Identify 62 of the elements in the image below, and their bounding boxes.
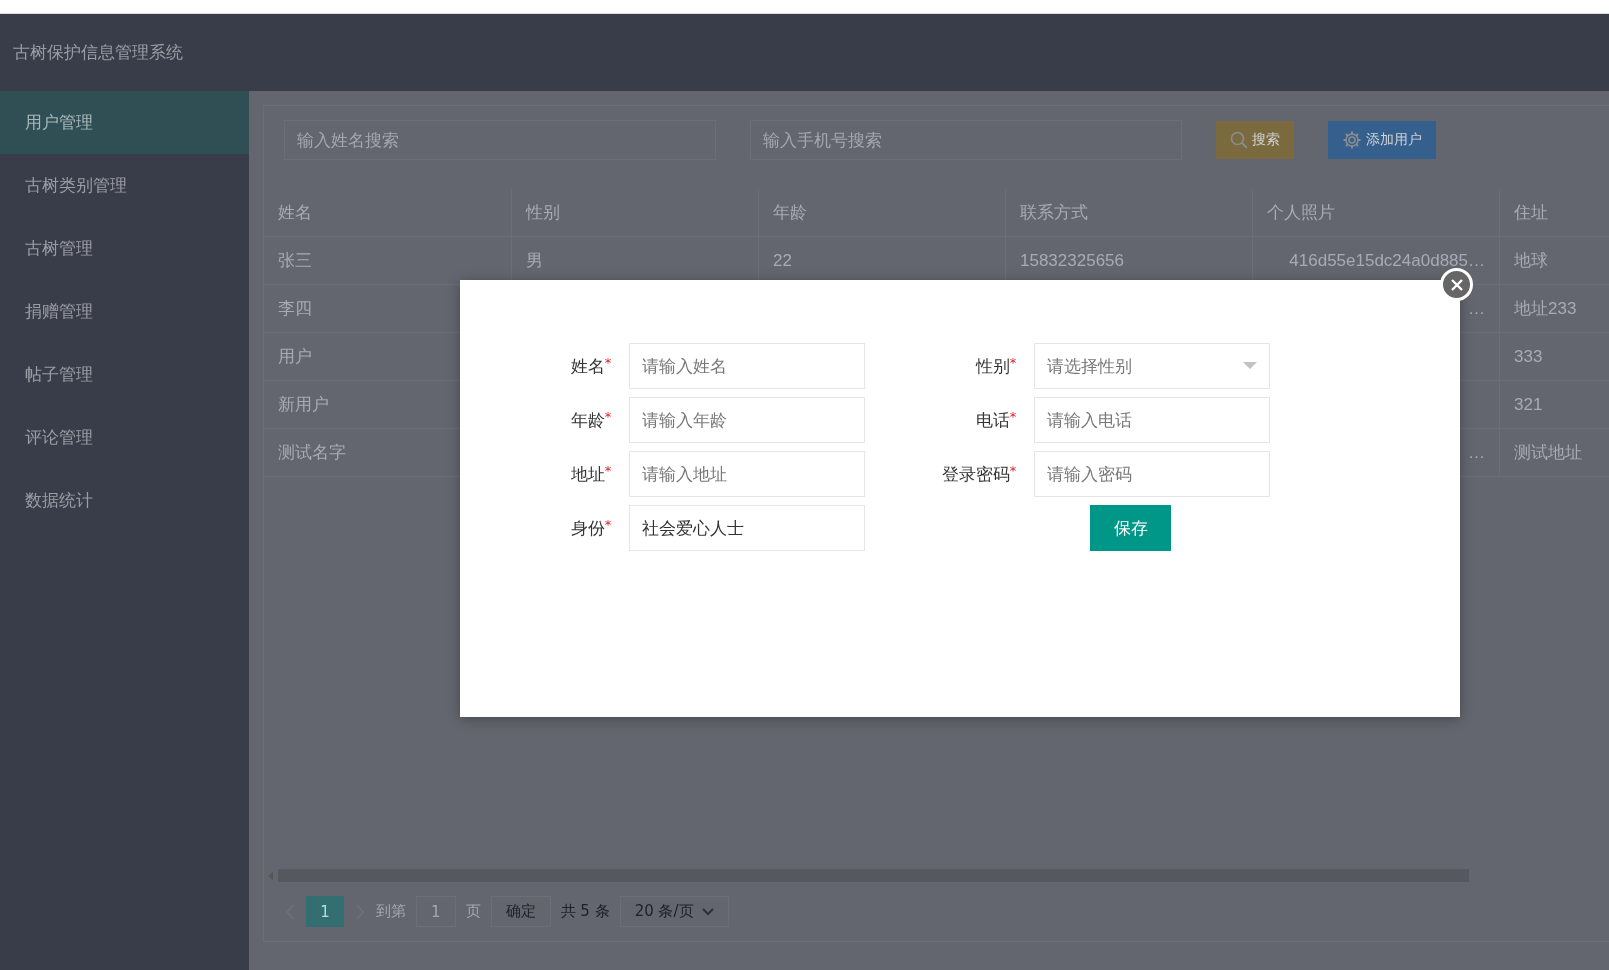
page-number[interactable]: 1 <box>306 896 344 927</box>
required-mark: * <box>1009 354 1017 370</box>
save-button[interactable]: 保存 <box>1090 505 1171 551</box>
column-header: 年龄 <box>758 189 1005 236</box>
required-mark: * <box>604 354 612 370</box>
table-cell: 321 <box>1499 381 1609 428</box>
sidebar-item[interactable]: 古树管理 <box>0 217 249 280</box>
column-header: 联系方式 <box>1005 189 1252 236</box>
input-field[interactable]: 请输入姓名 <box>629 343 865 389</box>
search-button[interactable]: 搜索 <box>1216 121 1294 159</box>
gender-select[interactable]: 请选择性别 <box>1034 343 1270 389</box>
confirm-button[interactable]: 确定 <box>490 896 551 927</box>
required-mark: * <box>604 408 612 424</box>
goto-label: 到第 <box>376 902 406 921</box>
required-mark: * <box>1009 408 1017 424</box>
table-cell: 333 <box>1499 333 1609 380</box>
input-field[interactable]: 请输入年龄 <box>629 397 865 443</box>
name-search-field[interactable]: 输入姓名搜索 <box>284 120 716 160</box>
goto-page-field[interactable]: 1 <box>416 896 456 927</box>
column-header: 姓名 <box>277 202 313 224</box>
table-cell: 地球 <box>1499 237 1609 284</box>
total-count: 共 5 条 <box>560 902 610 921</box>
input-field[interactable]: 请输入地址 <box>629 451 865 497</box>
sidebar-item[interactable]: 古树类别管理 <box>0 154 249 217</box>
page-size-select[interactable]: 20 条/页 <box>619 896 729 927</box>
field-label: 年龄 <box>570 409 605 430</box>
input-field[interactable]: 请输入电话 <box>1034 397 1270 443</box>
sidebar-item[interactable]: 捐赠管理 <box>0 280 249 343</box>
field-label: 性别 <box>975 355 1010 376</box>
gear-icon <box>1342 130 1362 150</box>
field-label: 电话 <box>975 409 1010 430</box>
field-label: 姓名 <box>570 355 605 376</box>
chevron-down-icon <box>701 907 714 916</box>
page-unit: 页 <box>465 902 481 921</box>
table-cell: 地址233 <box>1499 285 1609 332</box>
column-header: 性别 <box>511 189 758 236</box>
sidebar-item[interactable]: 用户管理 <box>0 91 249 154</box>
required-mark: * <box>604 516 612 532</box>
table-cell-text: 用户 <box>277 346 313 368</box>
field-label: 地址 <box>570 463 605 484</box>
scroll-left-icon <box>268 871 274 880</box>
add-user-button[interactable]: 添加用户 <box>1328 121 1436 159</box>
field-label: 登录密码 <box>941 463 1010 484</box>
table-cell: 测试地址 <box>1499 429 1609 476</box>
sidebar-item[interactable]: 评论管理 <box>0 406 249 469</box>
input-field[interactable]: 社会爱心人士 <box>629 505 865 551</box>
table-cell-text: 李四 <box>277 298 313 320</box>
table-cell-text: 新用户 <box>277 394 330 416</box>
close-icon <box>1449 277 1464 292</box>
search-icon <box>1230 131 1248 149</box>
table-cell-text: 测试名字 <box>277 442 347 464</box>
phone-search-field[interactable]: 输入手机号搜索 <box>750 120 1182 160</box>
required-mark: * <box>604 462 612 478</box>
sidebar-item[interactable]: 帖子管理 <box>0 343 249 406</box>
column-header: 个人照片 <box>1252 189 1499 236</box>
field-label: 身份 <box>570 517 605 538</box>
dropdown-icon <box>1243 362 1257 370</box>
sidebar-item[interactable]: 数据统计 <box>0 469 249 532</box>
app-title: 古树保护信息管理系统 <box>13 41 183 64</box>
column-header: 住址 <box>1499 189 1609 236</box>
required-mark: * <box>1009 462 1017 478</box>
input-field[interactable]: 请输入密码 <box>1034 451 1270 497</box>
